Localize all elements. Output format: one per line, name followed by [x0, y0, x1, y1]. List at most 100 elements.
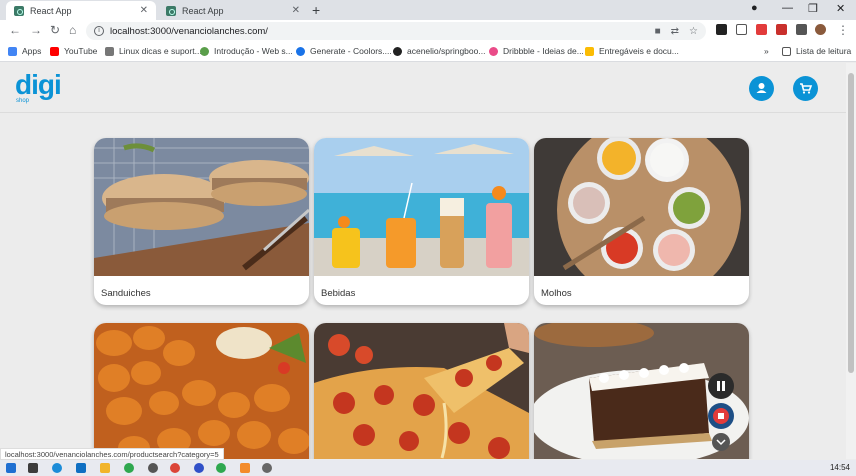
close-tab-icon[interactable]: ✕ — [140, 5, 148, 16]
recorder-pause-button[interactable] — [708, 373, 734, 399]
profile-sync-icon[interactable]: ● — [751, 2, 758, 14]
bookmark-apps[interactable]: Apps — [8, 46, 41, 56]
youtube-icon — [50, 46, 59, 56]
app-icon[interactable] — [240, 463, 250, 473]
reading-list-icon — [782, 46, 791, 56]
page-viewport: digi shop Sanduiches Bebidas Molhos — [0, 63, 846, 459]
extension-icon[interactable] — [716, 24, 727, 35]
category-card-sanduiches[interactable]: Sanduiches — [94, 138, 309, 305]
back-button[interactable]: ← — [9, 23, 21, 37]
address-url: localhost:3000/venanciolanches.com/ — [110, 25, 268, 37]
user-account-button[interactable] — [749, 76, 774, 101]
edge-icon[interactable] — [52, 463, 62, 473]
bookmark-label: Dribbble - Ideias de... — [503, 46, 584, 56]
react-favicon-icon — [14, 5, 24, 16]
minimize-button[interactable]: — — [782, 2, 793, 14]
chevron-down-icon — [716, 439, 726, 446]
more-bookmarks-button[interactable]: » — [764, 46, 769, 56]
category-card-bebidas[interactable]: Bebidas — [314, 138, 529, 305]
dribbble-icon — [489, 46, 498, 56]
bookmark-coolors[interactable]: Generate - Coolors.... — [296, 46, 392, 56]
tab-react-app-1[interactable]: React App ✕ — [6, 1, 156, 20]
profile-avatar[interactable] — [815, 24, 826, 35]
digi-shop-logo[interactable]: digi shop — [15, 69, 62, 105]
react-favicon-icon — [166, 5, 176, 16]
bookmark-youtube[interactable]: YouTube — [50, 46, 97, 56]
settings-gear-icon[interactable] — [148, 463, 158, 473]
user-icon — [756, 83, 767, 93]
sanduiches-image — [94, 138, 309, 276]
site-info-icon[interactable]: i — [94, 26, 104, 36]
link-status-bar: localhost:3000/venanciolanches.com/produ… — [0, 448, 224, 460]
app-icon[interactable] — [262, 463, 272, 473]
app-icon[interactable] — [124, 463, 134, 473]
bookmarks-bar: Apps YouTube Linux dicas e suport... Int… — [0, 42, 856, 62]
reload-button[interactable]: ↻ — [50, 23, 60, 37]
tab-title: React App — [30, 5, 72, 16]
reading-list-label: Lista de leitura — [796, 46, 852, 56]
site-header: digi shop — [0, 63, 846, 113]
close-window-button[interactable]: ✕ — [836, 2, 845, 15]
windows-taskbar: 14:54 — [0, 460, 856, 476]
bookmark-label: Linux dicas e suport... — [119, 46, 202, 56]
file-explorer-icon[interactable] — [100, 463, 110, 473]
bookmark-dribbble[interactable]: Dribbble - Ideias de... — [489, 46, 584, 56]
linux-icon — [105, 46, 114, 56]
bookmark-label: Apps — [22, 46, 42, 56]
category-card-5[interactable] — [314, 323, 529, 459]
windows-start-icon[interactable] — [6, 463, 16, 473]
shopping-cart-button[interactable] — [793, 76, 818, 101]
extension-icon[interactable] — [736, 24, 747, 35]
bookmark-github[interactable]: acenelio/springboo... — [393, 46, 485, 56]
tab-react-app-2[interactable]: React App ✕ — [158, 1, 308, 20]
app-icon[interactable] — [194, 463, 204, 473]
logo-text: digi — [15, 69, 62, 100]
bookmark-drive[interactable]: Entregáveis e docu... — [585, 46, 679, 56]
bookmark-linux[interactable]: Linux dicas e suport... — [105, 46, 202, 56]
category-card-molhos[interactable]: Molhos — [534, 138, 749, 305]
extension-icon[interactable] — [756, 24, 767, 35]
restore-button[interactable]: ❐ — [808, 2, 818, 15]
tab-title: React App — [182, 5, 224, 16]
stop-icon — [713, 408, 729, 424]
app-icon[interactable] — [216, 463, 226, 473]
forward-button[interactable]: → — [30, 23, 42, 37]
close-tab-icon[interactable]: ✕ — [292, 5, 300, 16]
bookmark-label: YouTube — [64, 46, 98, 56]
bebidas-image — [314, 138, 529, 276]
scrollbar-thumb[interactable] — [848, 73, 854, 373]
home-icon[interactable]: ⌂ — [69, 23, 76, 37]
kebab-menu-icon[interactable]: ⋮ — [837, 23, 849, 37]
chrome-icon[interactable] — [170, 463, 180, 473]
recorder-collapse-button[interactable] — [712, 433, 730, 451]
extension-icon[interactable] — [776, 24, 787, 35]
github-icon — [393, 46, 402, 56]
vscode-icon[interactable] — [76, 463, 86, 473]
bookmark-label: Introdução - Web s... — [214, 46, 293, 56]
task-view-icon[interactable] — [28, 463, 38, 473]
puzzle-extensions-icon[interactable] — [796, 24, 807, 35]
bookmark-label: acenelio/springboo... — [407, 46, 486, 56]
coolors-icon — [296, 46, 305, 56]
shopping-cart-icon — [800, 83, 813, 94]
new-tab-button[interactable]: + — [312, 2, 320, 18]
pause-icon — [717, 381, 725, 391]
category-label: Bebidas — [321, 288, 356, 299]
recorder-stop-button[interactable] — [708, 403, 734, 429]
bookmark-label: Generate - Coolors.... — [310, 46, 392, 56]
browser-toolbar: ← → ↻ ⌂ i localhost:3000/venanciolanches… — [0, 20, 856, 42]
taskbar-clock[interactable]: 14:54 — [830, 463, 850, 472]
apps-grid-icon — [8, 46, 17, 56]
category-label: Molhos — [541, 288, 572, 299]
bookmark-star-icon[interactable]: ☆ — [689, 26, 698, 37]
category-card-4[interactable] — [94, 323, 309, 459]
reading-list-button[interactable]: Lista de leitura — [782, 46, 851, 56]
page-scrollbar[interactable] — [846, 63, 856, 459]
camera-icon[interactable]: ■ — [655, 26, 661, 37]
pizza-image — [314, 323, 529, 459]
browser-tab-bar: React App ✕ React App ✕ + ● — ❐ ✕ — [0, 0, 856, 20]
category-label: Sanduiches — [101, 288, 151, 299]
bookmark-web[interactable]: Introdução - Web s... — [200, 46, 293, 56]
address-bar[interactable]: i localhost:3000/venanciolanches.com/ ■ … — [86, 22, 706, 40]
translate-icon[interactable]: ⇄ — [671, 26, 679, 37]
